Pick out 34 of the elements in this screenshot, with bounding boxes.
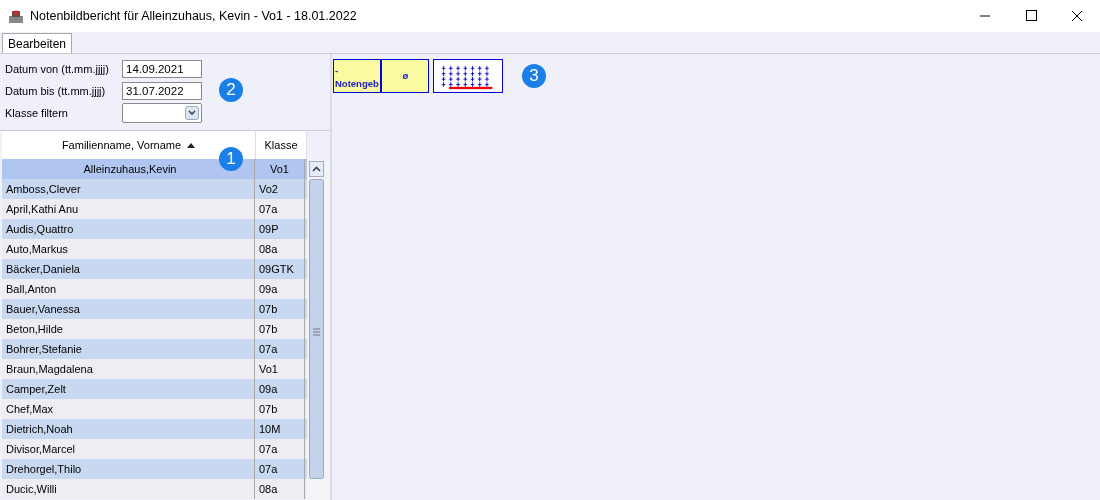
field-label: Datum bis (tt.mm.jjjj): [5, 85, 107, 97]
table-row[interactable]: Auto,Markus 08a: [2, 239, 307, 259]
table-row[interactable]: Camper,Zelt 09a: [2, 379, 307, 399]
scrollbar-thumb[interactable]: [309, 179, 324, 479]
callout-badge: 2: [219, 78, 243, 102]
grid-button[interactable]: [433, 59, 503, 93]
callout-badge: 3: [522, 64, 546, 88]
date-field[interactable]: 31.07.2022: [122, 82, 202, 100]
chevron-down-icon: [185, 106, 199, 120]
table-row[interactable]: Ball,Anton 09a: [2, 279, 307, 299]
app-icon: [8, 8, 24, 24]
table-row[interactable]: Beton,Hilde 07b: [2, 319, 307, 339]
table-row[interactable]: Dietrich,Noah 10M: [2, 419, 307, 439]
table-row[interactable]: Drehorgel,Thilo 07a: [2, 459, 307, 479]
class-dropdown[interactable]: [122, 103, 202, 123]
table-row[interactable]: Ducic,Willi 08a: [2, 479, 307, 499]
toolbar-button[interactable]: ø: [381, 59, 429, 93]
table-row[interactable]: Audis,Quattro 09P: [2, 219, 307, 239]
table-row[interactable]: Braun,Magdalena Vo1: [2, 359, 307, 379]
field-label: Klasse filtern: [5, 107, 69, 119]
table-row[interactable]: Divisor,Marcel 07a: [2, 439, 307, 459]
tab[interactable]: Bearbeiten: [2, 33, 73, 53]
table-row[interactable]: Bäcker,Daniela 09GTK: [2, 259, 307, 279]
toolbar-button[interactable]: - Notengeb: [333, 59, 381, 93]
table-row[interactable]: Bauer,Vanessa 07b: [2, 299, 307, 319]
field-label: Datum von (tt.mm.jjjj): [5, 63, 110, 75]
date-field[interactable]: 14.09.2021: [122, 60, 202, 78]
table-row[interactable]: Amboss,Clever Vo2: [2, 179, 307, 199]
scroll-up-icon[interactable]: [309, 161, 324, 177]
table-row[interactable]: Bohrer,Stefanie 07a: [2, 339, 307, 359]
table-row[interactable]: April,Kathi Anu 07a: [2, 199, 307, 219]
table-row[interactable]: Chef,Max 07b: [2, 399, 307, 419]
window-title: Notenbildbericht für Alleinzuhaus, Kevin - Vo1 - 18.01.2022: [30, 9, 358, 23]
sort-up-icon: [187, 142, 196, 148]
